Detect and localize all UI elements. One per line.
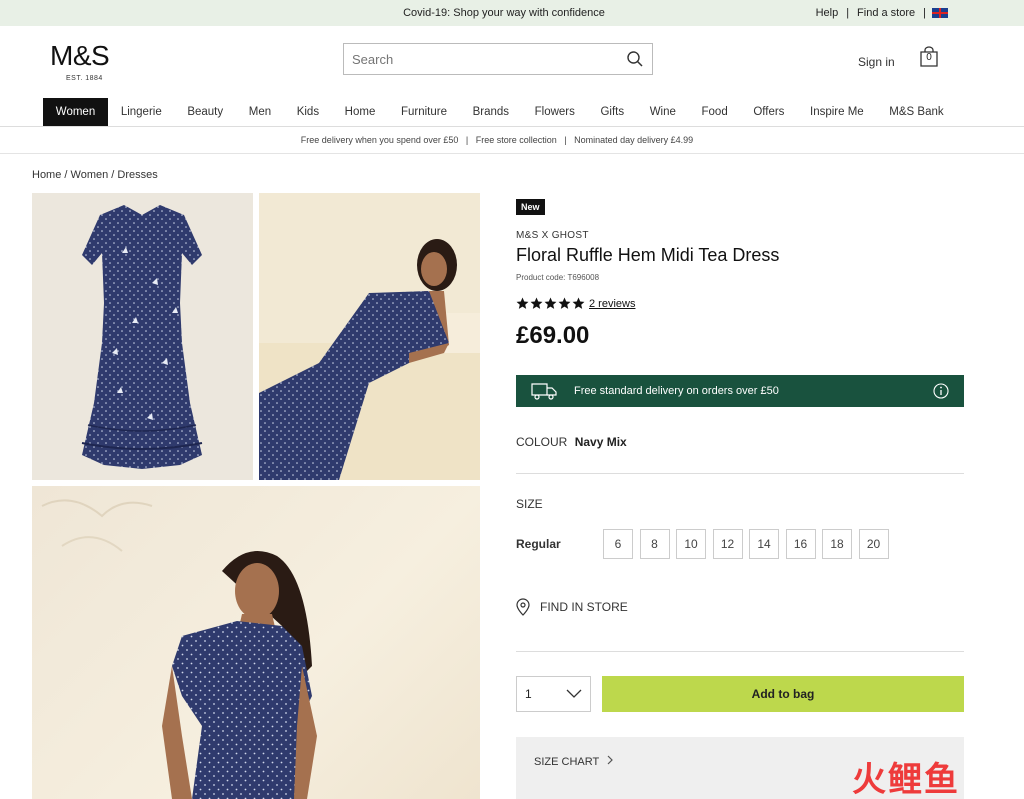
nav-item-wine[interactable]: Wine bbox=[637, 98, 689, 126]
product-title: Floral Ruffle Hem Midi Tea Dress bbox=[516, 245, 780, 265]
nav-item-gifts[interactable]: Gifts bbox=[588, 98, 637, 126]
size-option[interactable]: 16 bbox=[785, 529, 816, 559]
size-option[interactable]: 20 bbox=[858, 529, 889, 559]
watermark: 火鲤鱼 bbox=[852, 760, 960, 799]
top-banner: Covid-19: Shop your way with confidence … bbox=[0, 0, 1024, 26]
search-icon[interactable] bbox=[626, 50, 644, 73]
chevron-right-icon bbox=[607, 755, 613, 765]
nav-item-women[interactable]: Women bbox=[43, 98, 109, 126]
size-option[interactable]: 14 bbox=[749, 529, 779, 559]
separator: | bbox=[846, 7, 850, 19]
nav-item-beauty[interactable]: Beauty bbox=[175, 98, 236, 126]
breadcrumb-dresses[interactable]: Dresses bbox=[117, 169, 157, 181]
colour-label: COLOUR bbox=[516, 435, 568, 449]
star-rating[interactable] bbox=[516, 297, 585, 310]
size-option[interactable]: 12 bbox=[712, 529, 743, 559]
chevron-down-icon bbox=[566, 688, 582, 702]
product-price: £69.00 bbox=[516, 322, 590, 349]
divider bbox=[0, 153, 1024, 154]
size-option[interactable]: 8 bbox=[639, 529, 670, 559]
logo[interactable]: M&S bbox=[50, 40, 110, 72]
nav-item-ms-bank[interactable]: M&S Bank bbox=[877, 98, 957, 126]
nav-item-furniture[interactable]: Furniture bbox=[388, 98, 460, 126]
find-in-store-button[interactable]: FIND IN STORE bbox=[516, 598, 628, 616]
product-code: Product code: T696008 bbox=[516, 273, 600, 282]
star-icon bbox=[544, 297, 557, 309]
star-icon bbox=[572, 297, 585, 309]
product-brand[interactable]: M&S X GHOST bbox=[516, 230, 589, 241]
product-image-model-standing[interactable] bbox=[32, 486, 480, 799]
fit-label: Regular bbox=[516, 537, 561, 551]
product-image-model-seated[interactable] bbox=[259, 193, 480, 480]
nav-item-flowers[interactable]: Flowers bbox=[522, 98, 588, 126]
find-in-store-label: FIND IN STORE bbox=[540, 600, 628, 614]
nav-item-inspire-me[interactable]: Inspire Me bbox=[797, 98, 876, 126]
separator: | bbox=[923, 7, 926, 19]
search-input[interactable] bbox=[344, 44, 614, 74]
reviews-link[interactable]: 2 reviews bbox=[589, 298, 635, 310]
size-option[interactable]: 18 bbox=[822, 529, 852, 559]
delivery-promo-strip: Free delivery when you spend over £50 | … bbox=[300, 135, 694, 145]
nav-item-kids[interactable]: Kids bbox=[284, 98, 332, 126]
sign-in-link[interactable]: Sign in bbox=[858, 55, 895, 69]
nav-item-brands[interactable]: Brands bbox=[460, 98, 522, 126]
size-option[interactable]: 6 bbox=[603, 529, 633, 559]
delivery-banner: Free standard delivery on orders over £5… bbox=[516, 375, 964, 407]
new-badge: New bbox=[516, 199, 545, 215]
nav-item-food[interactable]: Food bbox=[689, 98, 741, 126]
divider bbox=[0, 126, 1024, 127]
delivery-text: Free standard delivery on orders over £5… bbox=[574, 385, 779, 397]
uk-flag-icon[interactable] bbox=[932, 8, 948, 18]
divider bbox=[516, 473, 964, 474]
location-pin-icon bbox=[516, 598, 530, 616]
size-chart-label: SIZE CHART bbox=[534, 755, 614, 768]
nav-item-men[interactable]: Men bbox=[236, 98, 284, 126]
main-nav: Women Lingerie Beauty Men Kids Home Furn… bbox=[43, 98, 956, 126]
size-options: 6 8 10 12 14 16 18 20 bbox=[603, 529, 889, 559]
size-option[interactable]: 10 bbox=[676, 529, 706, 559]
quantity-select[interactable]: 1 bbox=[516, 676, 591, 712]
star-icon bbox=[530, 297, 543, 309]
add-to-bag-button[interactable]: Add to bag bbox=[602, 676, 964, 712]
find-store-link[interactable]: Find a store bbox=[857, 7, 915, 19]
info-icon[interactable] bbox=[933, 383, 949, 404]
colour-value: Navy Mix bbox=[574, 435, 627, 449]
product-image-flat[interactable] bbox=[32, 193, 253, 480]
size-label: SIZE bbox=[516, 497, 543, 511]
nav-item-offers[interactable]: Offers bbox=[741, 98, 798, 126]
breadcrumb: Home / Women / Dresses bbox=[32, 169, 158, 181]
help-link[interactable]: Help bbox=[816, 7, 839, 19]
star-icon bbox=[558, 297, 571, 309]
divider bbox=[516, 651, 964, 652]
nav-item-lingerie[interactable]: Lingerie bbox=[108, 98, 175, 126]
breadcrumb-women[interactable]: Women bbox=[71, 169, 109, 181]
breadcrumb-home[interactable]: Home bbox=[32, 169, 61, 181]
star-icon bbox=[516, 297, 529, 309]
truck-icon bbox=[531, 382, 557, 405]
bag-count: 0 bbox=[926, 52, 932, 63]
logo-tagline: EST. 1884 bbox=[66, 75, 103, 82]
nav-item-home[interactable]: Home bbox=[332, 98, 388, 126]
bag-button[interactable]: 0 bbox=[918, 46, 940, 68]
search-box bbox=[343, 43, 653, 75]
colour-selector: COLOUR Navy Mix bbox=[516, 435, 627, 449]
quantity-value: 1 bbox=[525, 687, 532, 701]
